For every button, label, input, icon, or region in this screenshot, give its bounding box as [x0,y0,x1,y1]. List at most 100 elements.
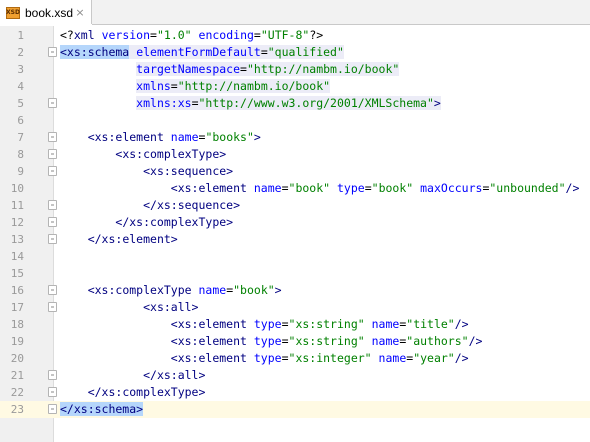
code-token: = [281,181,289,195]
code-token: <? [60,28,74,42]
code-token: "authors" [406,334,469,348]
fold-marker-icon[interactable] [48,132,57,142]
code-line[interactable]: 17 <xs:all> [0,299,590,316]
fold-marker-icon[interactable] [48,285,57,295]
fold-marker-icon[interactable] [48,370,57,380]
line-number: 8 [17,148,24,161]
code-token: "UTF-8" [260,28,310,42]
code-token: <xs:complexType> [115,147,227,161]
code-text: <xs:element type="xs:string" name="title… [60,316,469,333]
fold-marker-icon[interactable] [48,404,57,414]
code-line[interactable]: 13 </xs:element> [0,231,590,248]
code-line[interactable]: 5 xmlns:xs="http://www.w3.org/2001/XMLSc… [0,95,590,112]
code-token: = [191,96,199,110]
code-editor[interactable]: 1 <?xml version="1.0" encoding="UTF-8"?> 2… [0,26,590,442]
line-number: 7 [17,131,24,144]
code-line[interactable]: 1 <?xml version="1.0" encoding="UTF-8"?> [0,27,590,44]
code-token: version [101,28,151,42]
line-number: 11 [10,199,24,212]
code-token: "title" [406,317,455,331]
code-token: = [240,62,247,76]
code-token: name [170,130,199,144]
code-token: <xs:element [170,181,254,195]
code-text: <xs:complexType name="book"> [60,282,282,299]
code-token: "xs:string" [288,317,365,331]
code-line[interactable]: 8 <xs:complexType> [0,146,590,163]
code-line[interactable]: 23 </xs:schema> [0,401,590,418]
fold-marker-icon[interactable] [48,387,57,397]
code-token: <xs:element [170,334,254,348]
fold-marker-icon[interactable] [48,234,57,244]
code-token: "http://www.w3.org/2001/XMLSchema" [198,96,434,110]
code-line[interactable]: 9 <xs:sequence> [0,163,590,180]
code-text: xmlns="http://nambm.io/book" [60,78,331,95]
code-token: elementFormDefault [136,45,261,59]
code-token: encoding [198,28,254,42]
code-line[interactable]: 18 <xs:element type="xs:string" name="ti… [0,316,590,333]
fold-marker-icon[interactable] [48,98,57,108]
fold-marker-icon[interactable] [48,149,57,159]
code-token: = [281,317,289,331]
code-line[interactable]: 15 [0,265,590,282]
code-token: "book" [371,181,414,195]
code-line[interactable]: 12 </xs:complexType> [0,214,590,231]
code-token: "http://nambm.io/book" [246,62,400,76]
code-token: "books" [205,130,254,144]
code-line[interactable]: 3 targetNamespace="http://nambm.io/book" [0,61,590,78]
code-line[interactable]: 22 </xs:complexType> [0,384,590,401]
xsd-file-icon: XSD [6,6,20,19]
code-token: </xs:element> [87,232,178,246]
code-line[interactable]: 4 xmlns="http://nambm.io/book" [0,78,590,95]
code-token: </xs:complexType> [87,385,206,399]
code-line[interactable]: 7 <xs:element name="books"> [0,129,590,146]
fold-marker-icon[interactable] [48,200,57,210]
fold-marker-icon[interactable] [48,217,57,227]
editor-tab-bar: XSD book.xsd × [0,0,590,26]
code-line[interactable]: 14 [0,248,590,265]
line-number: 13 [10,233,24,246]
code-text: <xs:schema elementFormDefault="qualified… [60,44,344,61]
code-line[interactable]: 10 <xs:element name="book" type="book" m… [0,180,590,197]
code-line[interactable]: 16 <xs:complexType name="book"> [0,282,590,299]
line-number: 18 [10,318,24,331]
code-token: type [337,181,365,195]
code-line[interactable]: 21 </xs:all> [0,367,590,384]
code-text: <?xml version="1.0" encoding="UTF-8"?> [60,27,323,44]
tab-title: book.xsd [25,5,74,20]
code-token: <xs:all> [143,300,199,314]
code-token: <xs:element [87,130,171,144]
code-line[interactable]: 20 <xs:element type="xs:integer" name="y… [0,350,590,367]
code-token: "book" [233,283,275,297]
tab-book-xsd[interactable]: XSD book.xsd × [0,0,92,26]
code-line[interactable]: 2 <xs:schema elementFormDefault="qualifie… [0,44,590,61]
code-line[interactable]: 19 <xs:element type="xs:string" name="au… [0,333,590,350]
line-number: 1 [17,29,24,42]
code-line[interactable]: 11 </xs:sequence> [0,197,590,214]
line-number: 6 [17,114,24,127]
fold-marker-icon[interactable] [48,302,57,312]
code-token: </xs:complexType> [115,215,234,229]
code-token: "xs:integer" [288,351,372,365]
fold-marker-icon[interactable] [48,47,57,57]
code-token: "http://nambm.io/book" [177,79,331,93]
code-text: <xs:all> [60,299,198,316]
code-line[interactable]: 6 [0,112,590,129]
line-number: 14 [10,250,24,263]
fold-marker-icon[interactable] [48,166,57,176]
code-text: <xs:element type="xs:string" name="autho… [60,333,483,350]
code-token: xmlns:xs [136,96,192,110]
code-token: name [378,351,407,365]
close-icon[interactable]: × [73,6,87,19]
line-number: 2 [17,46,24,59]
